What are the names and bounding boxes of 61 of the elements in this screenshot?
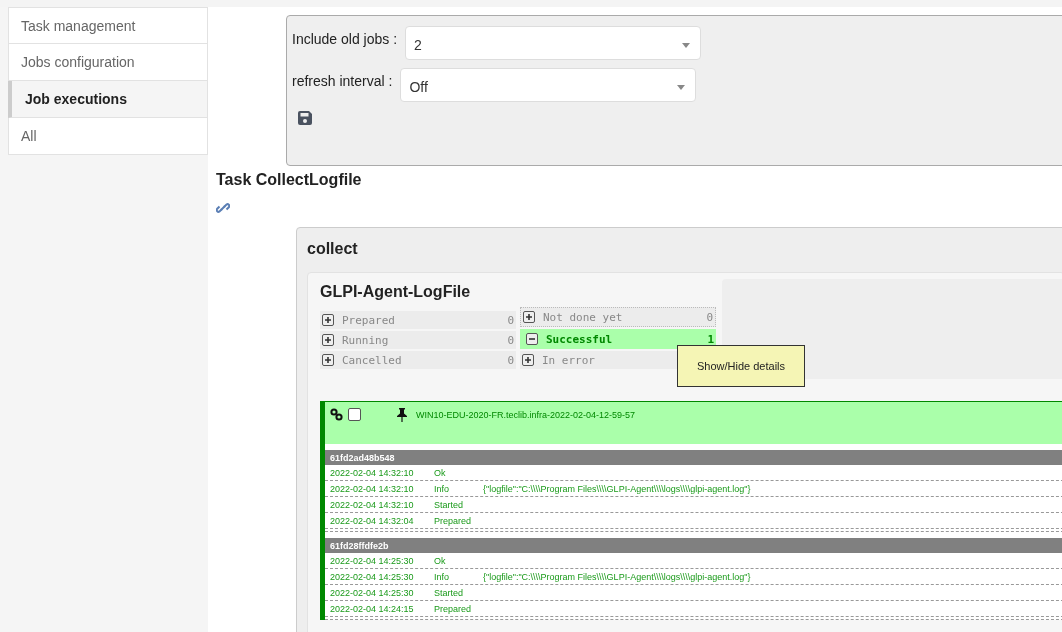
checkbox[interactable] <box>348 408 361 421</box>
counter-value: 0 <box>507 333 514 347</box>
filter-label: refresh interval : <box>292 72 393 89</box>
counter-value: 0 <box>507 313 514 327</box>
log-date: 2022-02-04 14:25:30 <box>330 587 415 598</box>
log-state: Ok <box>434 555 447 566</box>
link-icon[interactable] <box>216 201 230 215</box>
plus-icon <box>322 314 334 326</box>
plus-icon <box>322 334 334 346</box>
caret-icon <box>682 42 691 48</box>
log-date: 2022-02-04 14:25:30 <box>330 555 415 566</box>
log-state: Prepared <box>434 603 473 614</box>
log-date: 2022-02-04 14:32:10 <box>330 467 415 478</box>
log-state: Prepared <box>434 515 473 526</box>
log-state: Info <box>434 571 450 582</box>
pin-icon[interactable] <box>397 408 407 422</box>
target-title: GLPI-Agent-LogFile <box>320 283 472 301</box>
plus-icon <box>322 354 334 366</box>
counter-value: 0 <box>706 310 713 324</box>
log-date: 2022-02-04 14:24:15 <box>330 603 415 614</box>
caret-icon <box>677 84 686 90</box>
agent-name[interactable]: WIN10-EDU-2020-FR.teclib.infra-2022-02-04-12-59-57 <box>416 410 636 420</box>
counter-row[interactable]: Running 0 <box>320 331 516 349</box>
sidebar-item[interactable]: Task management <box>8 7 208 44</box>
counter-label: Prepared <box>342 313 396 327</box>
log-date: 2022-02-04 14:32:10 <box>330 483 415 494</box>
select-field[interactable]: 2 <box>405 26 702 60</box>
counter-label: Running <box>342 333 390 347</box>
run-id: 61fd28ffdfe2b <box>330 540 389 551</box>
counter-row[interactable]: Prepared 0 <box>320 311 516 329</box>
plus-icon <box>522 354 534 366</box>
sidebar-item[interactable]: Jobs configuration <box>8 44 208 81</box>
filter-label: Include old jobs : <box>292 30 398 47</box>
job-title: collect <box>307 240 359 258</box>
log-comment: {"logfile":"C:\\\\Program Files\\\\GLPI-Agent\\\\logs\\\\glpi-agent.log"} <box>483 483 751 494</box>
task-title: Task CollectLogfile <box>216 171 363 189</box>
counter-row[interactable]: Not done yet 0 <box>520 307 716 327</box>
log-date: 2022-02-04 14:25:30 <box>330 571 415 582</box>
counter-value: 1 <box>707 332 714 346</box>
log-date: 2022-02-04 14:32:10 <box>330 499 415 510</box>
plus-icon <box>523 311 535 323</box>
log-state: Ok <box>434 467 447 478</box>
select-field[interactable]: Off <box>400 68 697 102</box>
log-comment: {"logfile":"C:\\\\Program Files\\\\GLPI-Agent\\\\logs\\\\glpi-agent.log"} <box>483 571 751 582</box>
sidebar-item[interactable]: Job executions <box>8 81 208 118</box>
log-state: Started <box>434 587 465 598</box>
counter-label: Cancelled <box>342 353 403 367</box>
counter-value: 0 <box>507 353 514 367</box>
log-state: Info <box>434 483 450 494</box>
chain-icon[interactable] <box>330 408 343 421</box>
counter-row[interactable]: Successful 1 <box>520 329 716 349</box>
log-date: 2022-02-04 14:32:04 <box>330 515 415 526</box>
counter-row[interactable]: Cancelled 0 <box>320 351 516 369</box>
log-state: Started <box>434 499 465 510</box>
minus-icon <box>526 333 538 345</box>
counter-label: Successful <box>546 332 614 346</box>
run-id: 61fd2ad48b548 <box>330 452 395 463</box>
sidebar-item[interactable]: All <box>8 118 208 155</box>
counter-label: Not done yet <box>543 310 624 324</box>
save-icon[interactable] <box>297 110 313 126</box>
tooltip: Show/Hide details <box>677 345 805 387</box>
